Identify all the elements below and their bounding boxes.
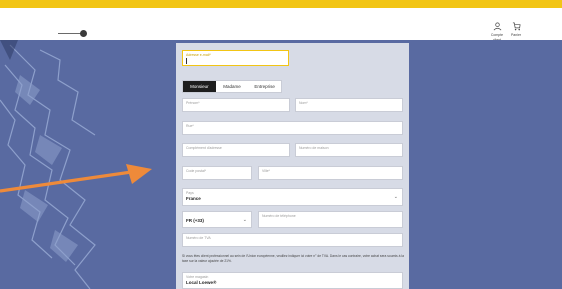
cart-icon: [506, 22, 526, 33]
first-name-field[interactable]: Prénom*: [182, 98, 290, 112]
user-icon: [487, 22, 507, 33]
chevron-down-icon: ⌄: [393, 194, 398, 200]
tab-madame[interactable]: Madame: [216, 81, 249, 92]
tab-monsieur[interactable]: Monsieur: [183, 81, 216, 92]
city-field[interactable]: Ville*: [258, 166, 403, 180]
main-area: Adresse e-mail* Monsieur Madame Entrepri…: [0, 40, 562, 289]
logo-line: [58, 33, 82, 34]
email-field[interactable]: Adresse e-mail*: [182, 50, 289, 66]
vat-field[interactable]: Numéro de TVA: [182, 233, 403, 247]
tab-entreprise[interactable]: Entreprise: [248, 81, 281, 92]
house-number-field[interactable]: Numéro de maison: [295, 143, 403, 157]
salutation-tabs: Monsieur Madame Entreprise: [182, 80, 282, 93]
postal-code-field[interactable]: Code postal*: [182, 166, 252, 180]
last-name-field[interactable]: Nom*: [295, 98, 403, 112]
site-header: Compte client Panier: [0, 8, 562, 42]
cart-label: Panier: [510, 33, 522, 37]
street-field[interactable]: Rue*: [182, 121, 403, 135]
store-field[interactable]: Votre magasin Local Loewe®: [182, 272, 403, 289]
accent-bar: [0, 0, 562, 8]
vat-note: Si vous êtes client professionnel au sei…: [182, 254, 404, 263]
arrow-annotation: [0, 164, 152, 193]
phone-field[interactable]: Numéro de téléphone: [258, 211, 403, 228]
chevron-down-icon: ⌄: [242, 217, 247, 223]
cart-button[interactable]: Panier: [506, 22, 526, 38]
country-select[interactable]: Pays France ⌄: [182, 188, 403, 206]
address-extra-field[interactable]: Complément d'adresse: [182, 143, 290, 157]
registration-form: Adresse e-mail* Monsieur Madame Entrepri…: [176, 43, 409, 289]
logo-icon[interactable]: [80, 30, 87, 37]
phone-prefix-select[interactable]: FR (+33) ⌄: [182, 211, 252, 228]
